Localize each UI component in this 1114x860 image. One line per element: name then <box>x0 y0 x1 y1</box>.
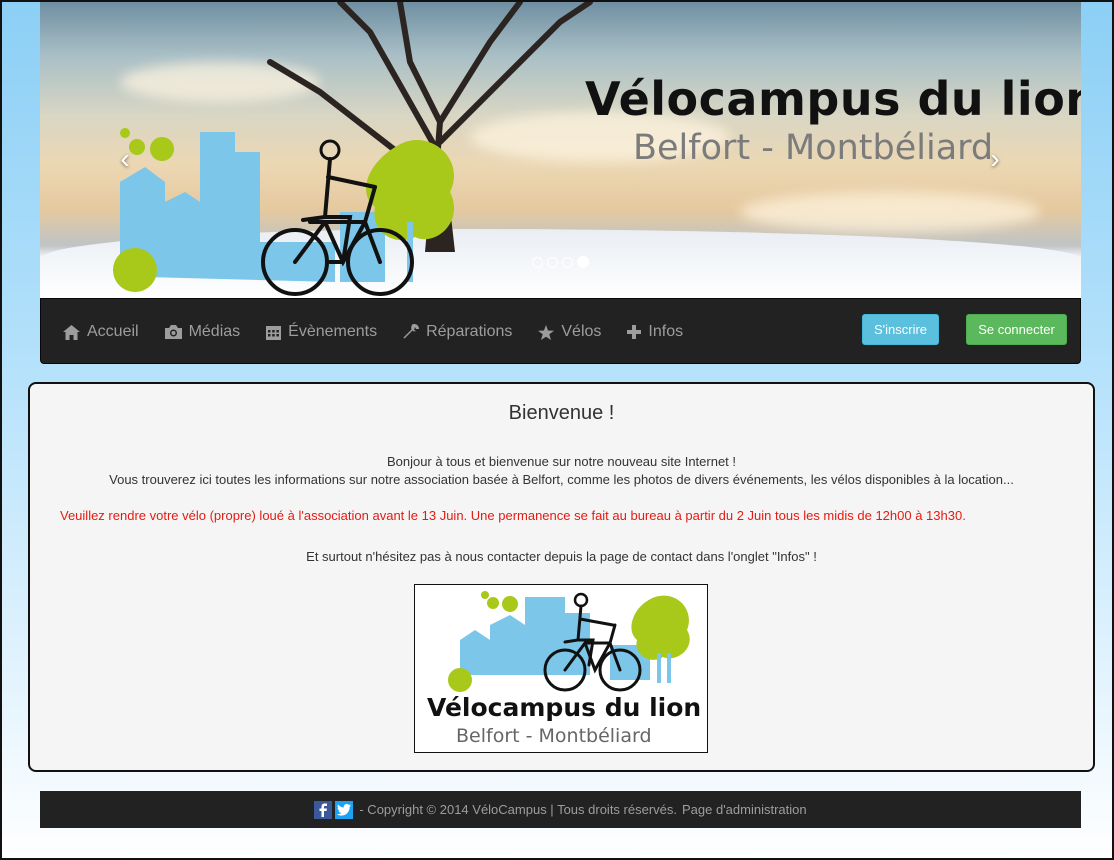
admin-link[interactable]: Page d'administration <box>682 802 807 817</box>
velocampus-logo: Vélocampus du lion Belfort - Montbéliard <box>414 584 708 753</box>
signup-button[interactable]: S'inscrire <box>862 314 939 345</box>
banner-subtitle: Belfort - Montbéliard <box>633 128 994 168</box>
carousel-indicator-1[interactable] <box>532 257 543 268</box>
return-bike-warning: Veuillez rendre votre vélo (propre) loué… <box>60 508 966 523</box>
login-button[interactable]: Se connecter <box>966 314 1067 345</box>
nav-menu: Accueil Médias Évènements Réparations Vé… <box>63 299 709 365</box>
contact-invitation: Et surtout n'hésitez pas à nous contacte… <box>306 549 817 564</box>
calendar-icon <box>266 326 282 340</box>
velocampus-logo-graphic <box>448 591 690 692</box>
welcome-panel: Bienvenue ! Bonjour à tous et bienvenue … <box>28 382 1095 772</box>
nav-item-infos[interactable]: Infos <box>627 323 683 341</box>
carousel-indicator-4[interactable] <box>577 256 589 268</box>
carousel-indicators <box>532 256 589 268</box>
nav-item-reparations[interactable]: Réparations <box>403 323 512 341</box>
logo-title: Vélocampus du lion <box>427 693 702 722</box>
nav-item-velos[interactable]: Vélos <box>538 323 601 341</box>
main-navbar: Accueil Médias Évènements Réparations Vé… <box>40 298 1081 364</box>
carousel-prev-button[interactable]: ‹ <box>110 142 140 176</box>
home-icon <box>63 324 80 340</box>
banner-carousel: Vélocampus du lion Belfort - Montbéliard… <box>40 2 1081 299</box>
plus-icon <box>627 325 642 339</box>
nav-item-label: Évènements <box>288 323 378 340</box>
nav-item-label: Accueil <box>87 323 139 340</box>
wrench-icon <box>403 324 420 339</box>
carousel-next-button[interactable]: › <box>980 142 1010 176</box>
banner-title: Vélocampus du lion <box>585 72 1081 126</box>
twitter-icon[interactable] <box>335 800 354 819</box>
nav-item-label: Vélos <box>561 323 602 340</box>
footer: - Copyright © 2014 VéloCampus | Tous dro… <box>40 791 1081 828</box>
copyright-text: - Copyright © 2014 VéloCampus | Tous dro… <box>359 802 677 817</box>
carousel-indicator-2[interactable] <box>547 257 558 268</box>
velocampus-logo-graphic <box>113 128 455 296</box>
nav-item-label: Réparations <box>426 323 513 340</box>
nav-item-label: Médias <box>188 323 241 340</box>
nav-item-accueil[interactable]: Accueil <box>63 323 139 341</box>
intro-text-line-1: Bonjour à tous et bienvenue sur notre no… <box>386 454 737 469</box>
cloud <box>740 192 1040 232</box>
nav-item-evenements[interactable]: Évènements <box>266 323 377 341</box>
camera-icon <box>164 325 182 339</box>
star-icon <box>538 324 555 340</box>
nav-item-label: Infos <box>648 323 684 340</box>
nav-item-medias[interactable]: Médias <box>164 323 241 341</box>
page-title: Bienvenue ! <box>508 402 615 424</box>
intro-text-line-2: Vous trouverez ici toutes les informatio… <box>109 472 1014 487</box>
logo-subtitle: Belfort - Montbéliard <box>456 725 652 747</box>
facebook-icon[interactable] <box>314 800 333 819</box>
carousel-indicator-3[interactable] <box>562 257 573 268</box>
